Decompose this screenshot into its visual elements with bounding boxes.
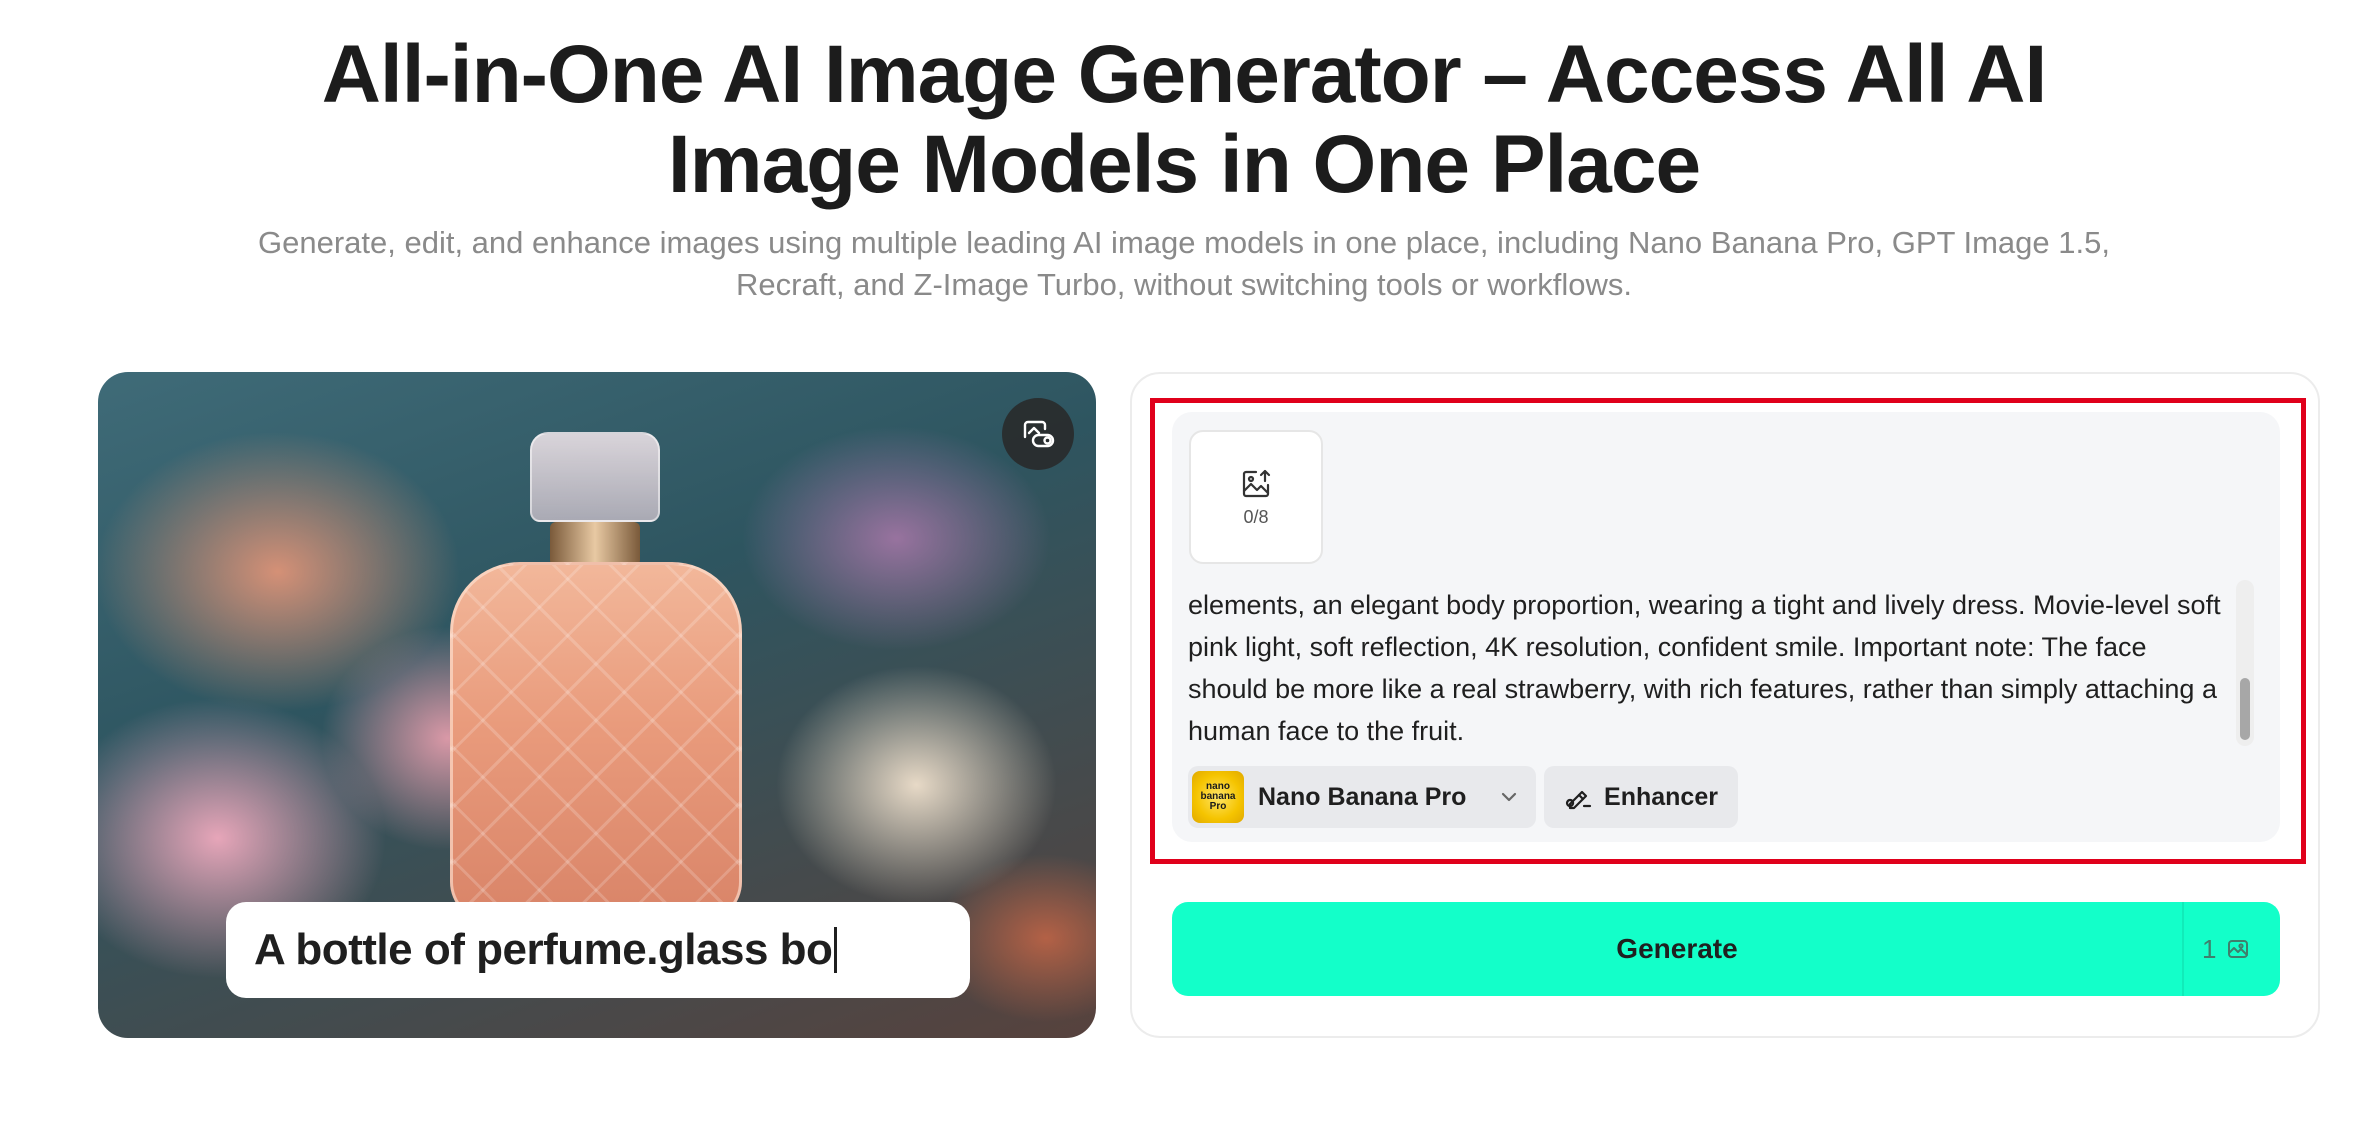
text-caret — [834, 927, 838, 973]
credit-divider — [2182, 902, 2184, 996]
toggle-icon — [1023, 420, 1055, 448]
enhancer-button[interactable]: Enhancer — [1544, 766, 1738, 828]
generate-label: Generate — [1616, 933, 1738, 964]
preview-caption-text: A bottle of perfume.glass bo — [254, 925, 833, 974]
nano-banana-logo: nano banana Pro — [1192, 771, 1244, 823]
model-selector[interactable]: nano banana Pro Nano Banana Pro — [1188, 766, 1536, 828]
chevron-down-icon — [1502, 792, 1517, 802]
generate-button[interactable]: Generate 1 — [1172, 902, 2280, 996]
preview-toggle-button[interactable] — [1002, 398, 1074, 470]
prompt-textarea[interactable]: elements, an elegant body proportion, we… — [1188, 584, 2228, 752]
image-credit-icon — [2228, 940, 2249, 958]
page-title: All-in-One AI Image Generator – Access A… — [321, 29, 2048, 210]
perfume-bottle-collar — [550, 522, 640, 566]
perfume-bottle-body — [450, 562, 742, 922]
model-name: Nano Banana Pro — [1258, 782, 1467, 811]
image-upload-icon — [1242, 469, 1271, 497]
model-logo-text: nano banana Pro — [1200, 781, 1236, 812]
perfume-bottle-stopper — [530, 432, 660, 522]
credit-count: 1 — [2202, 933, 2217, 964]
image-upload-button[interactable]: 0/8 — [1189, 430, 1323, 564]
prompt-text-content: elements, an elegant body proportion, we… — [1188, 590, 2221, 746]
credit-cost: 1 — [2202, 902, 2250, 996]
magic-pen-icon — [1566, 790, 1592, 810]
page-subtitle: Generate, edit, and enhance images using… — [258, 225, 2110, 302]
enhancer-label: Enhancer — [1604, 782, 1718, 811]
upload-count: 0/8 — [1243, 506, 1269, 527]
preview-caption: A bottle of perfume.glass bo — [226, 902, 970, 998]
prompt-scrollbar-thumb[interactable] — [2240, 678, 2250, 740]
